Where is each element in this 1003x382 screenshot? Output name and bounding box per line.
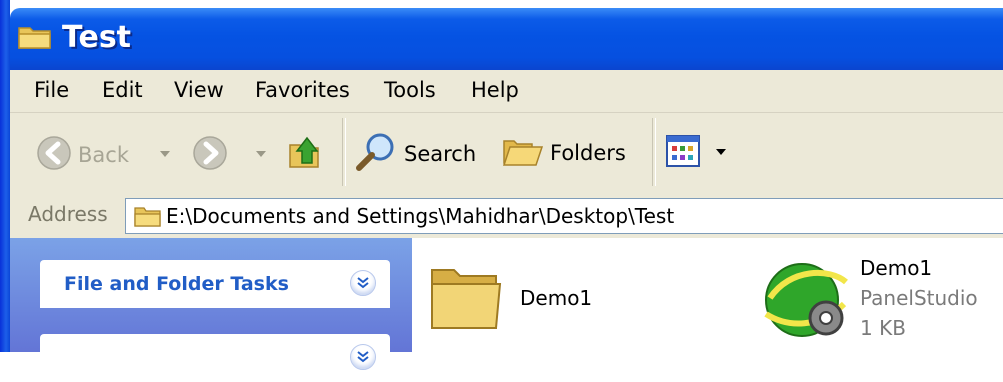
back-button[interactable]: Back	[36, 135, 129, 175]
file-type: PanelStudio	[860, 286, 978, 310]
folder-icon	[134, 205, 162, 231]
task-section-title: File and Folder Tasks	[64, 273, 289, 295]
title-bar[interactable]: Test	[10, 8, 1003, 70]
back-dropdown-arrow[interactable]	[160, 151, 170, 157]
menu-help[interactable]: Help	[471, 78, 519, 102]
forward-dropdown-arrow[interactable]	[256, 151, 266, 157]
file-size: 1 KB	[860, 316, 906, 340]
forward-arrow-icon	[192, 135, 228, 175]
up-button[interactable]	[288, 133, 322, 175]
menu-favorites[interactable]: Favorites	[255, 78, 350, 102]
file-view: Demo1 Demo1 PanelStudio 1 KB	[412, 238, 1003, 352]
address-bar: Address E:\Documents and Settings\Mahidh…	[10, 196, 1003, 239]
panelstudio-icon	[760, 258, 852, 344]
folder-icon	[430, 262, 502, 336]
task-pane: File and Folder Tasks	[10, 238, 412, 382]
menu-bar: File Edit View Favorites Tools Help	[10, 70, 1003, 113]
toolbar-separator	[652, 118, 656, 186]
back-label: Back	[78, 143, 129, 167]
forward-button[interactable]	[192, 135, 228, 175]
menu-edit[interactable]: Edit	[102, 78, 143, 102]
task-section-header[interactable]	[40, 334, 390, 382]
toolbar: Back Search Folders	[10, 113, 1003, 198]
window-frame-left	[0, 0, 10, 352]
search-button[interactable]: Search	[354, 131, 476, 177]
folder-icon	[18, 24, 52, 54]
back-arrow-icon	[36, 135, 72, 175]
file-name: Demo1	[520, 286, 593, 310]
address-label: Address	[28, 202, 108, 226]
search-label: Search	[404, 142, 477, 166]
folder-up-icon	[288, 133, 322, 175]
address-field[interactable]: E:\Documents and Settings\Mahidhar\Deskt…	[125, 198, 1003, 234]
file-name: Demo1	[860, 256, 933, 280]
window-title: Test	[62, 20, 132, 55]
chevron-down-icon[interactable]	[350, 344, 376, 370]
views-icon	[666, 135, 700, 171]
address-value: E:\Documents and Settings\Mahidhar\Deskt…	[166, 204, 675, 228]
chevron-down-icon[interactable]	[350, 270, 376, 296]
folders-label: Folders	[550, 141, 626, 165]
menu-tools[interactable]: Tools	[384, 78, 436, 102]
task-section-header[interactable]: File and Folder Tasks	[40, 260, 390, 308]
magnifier-icon	[354, 131, 398, 177]
menu-view[interactable]: View	[174, 78, 224, 102]
folders-icon	[502, 133, 544, 173]
menu-file[interactable]: File	[34, 78, 69, 102]
views-dropdown-arrow[interactable]	[716, 149, 726, 155]
folders-button[interactable]: Folders	[502, 133, 626, 173]
toolbar-separator	[342, 118, 346, 186]
views-button[interactable]	[666, 135, 700, 171]
